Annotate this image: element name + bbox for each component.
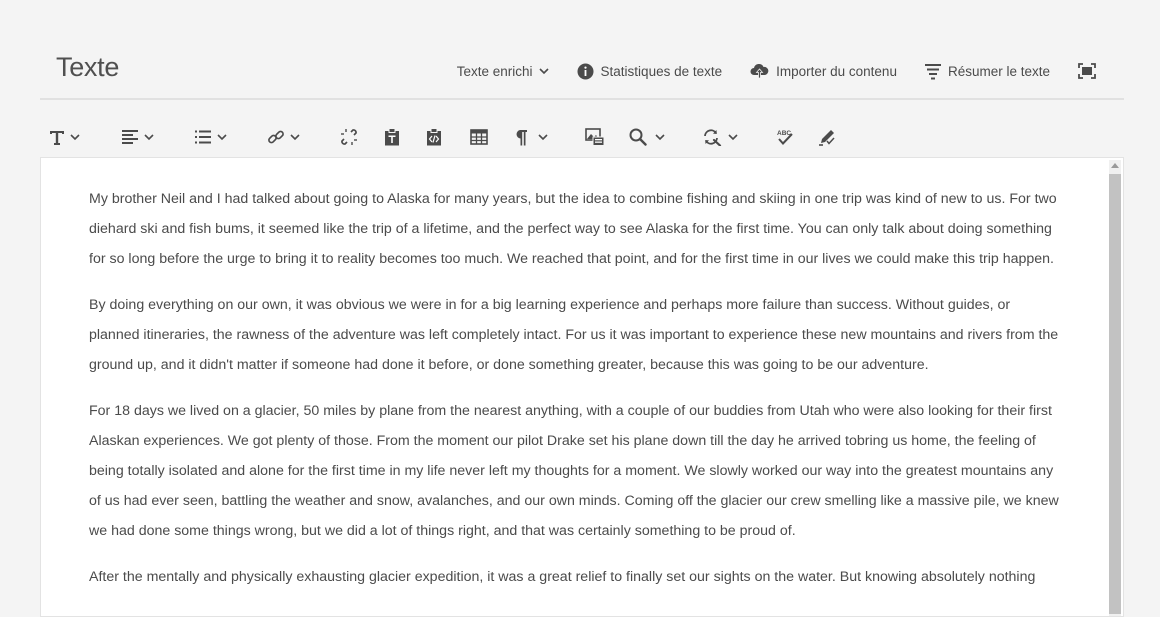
editor-paragraph[interactable]: For 18 days we lived on a glacier, 50 mi… xyxy=(89,396,1064,546)
edit-check-icon xyxy=(818,128,836,146)
spellcheck-button[interactable]: ABC xyxy=(776,118,794,156)
unlink-button[interactable] xyxy=(340,118,358,156)
scroll-up-arrow-icon[interactable] xyxy=(1111,163,1119,168)
table-button[interactable] xyxy=(470,118,488,156)
chevron-down-icon xyxy=(70,133,80,141)
paste-text-icon xyxy=(384,128,400,146)
text-statistics-label: Statistiques de texte xyxy=(600,63,723,79)
text-statistics-button[interactable]: Statistiques de texte xyxy=(577,63,723,80)
summarize-icon xyxy=(924,63,941,80)
page-title: Texte xyxy=(56,52,120,82)
chevron-down-icon xyxy=(538,133,548,141)
chevron-down-icon xyxy=(538,67,549,75)
import-content-label: Importer du contenu xyxy=(776,63,897,79)
rich-text-toolbar: ABC xyxy=(40,118,1124,156)
list-button[interactable] xyxy=(194,118,227,156)
chevron-down-icon xyxy=(144,133,154,141)
cloud-upload-icon xyxy=(750,63,769,79)
paste-code-button[interactable] xyxy=(426,118,442,156)
chevron-down-icon xyxy=(290,133,300,141)
chevron-down-icon xyxy=(655,133,665,141)
rich-text-editor[interactable]: My brother Neil and I had talked about g… xyxy=(40,157,1124,617)
text-component-header: Texte Texte enrichi Statistiques de text… xyxy=(40,40,1124,100)
alignment-button[interactable] xyxy=(121,118,154,156)
link-button[interactable] xyxy=(267,118,300,156)
spellcheck-icon: ABC xyxy=(776,128,794,146)
align-left-icon xyxy=(121,129,139,145)
text-format-icon xyxy=(49,129,65,145)
editor-paragraph[interactable]: My brother Neil and I had talked about g… xyxy=(89,184,1064,274)
link-icon xyxy=(267,128,285,146)
paste-text-button[interactable] xyxy=(384,118,400,156)
editor-scrollbar[interactable] xyxy=(1109,160,1121,616)
chevron-down-icon xyxy=(728,133,738,141)
unlink-icon xyxy=(340,128,358,146)
summarize-text-button[interactable]: Résumer le texte xyxy=(924,63,1050,80)
image-props-button[interactable] xyxy=(585,118,605,156)
paragraph-icon xyxy=(514,129,528,146)
paste-code-icon xyxy=(426,128,442,146)
paragraph-format-button[interactable] xyxy=(514,118,548,156)
import-content-button[interactable]: Importer du contenu xyxy=(750,63,897,79)
find-button[interactable] xyxy=(629,118,665,156)
fullscreen-button[interactable] xyxy=(1078,63,1096,79)
find-replace-button[interactable] xyxy=(702,118,738,156)
chevron-down-icon xyxy=(217,133,227,141)
editor-paragraph[interactable]: By doing everything on our own, it was o… xyxy=(89,290,1064,380)
editor-paragraph[interactable]: After the mentally and physically exhaus… xyxy=(89,562,1064,592)
list-icon xyxy=(194,129,212,145)
text-format-button[interactable] xyxy=(49,118,80,156)
header-actions: Texte enrichi Statistiques de texte Impo… xyxy=(457,60,1096,82)
rich-text-mode-label: Texte enrichi xyxy=(456,63,533,79)
image-icon xyxy=(585,128,605,146)
edit-check-button[interactable] xyxy=(818,118,836,156)
find-replace-icon xyxy=(702,128,722,146)
table-icon xyxy=(470,129,488,145)
fullscreen-icon xyxy=(1078,63,1096,79)
info-icon xyxy=(577,63,594,80)
editor-content[interactable]: My brother Neil and I had talked about g… xyxy=(89,184,1064,608)
rich-text-mode-dropdown[interactable]: Texte enrichi xyxy=(457,64,549,79)
find-icon xyxy=(629,128,647,146)
scrollbar-thumb[interactable] xyxy=(1109,174,1121,614)
summarize-text-label: Résumer le texte xyxy=(947,63,1050,79)
